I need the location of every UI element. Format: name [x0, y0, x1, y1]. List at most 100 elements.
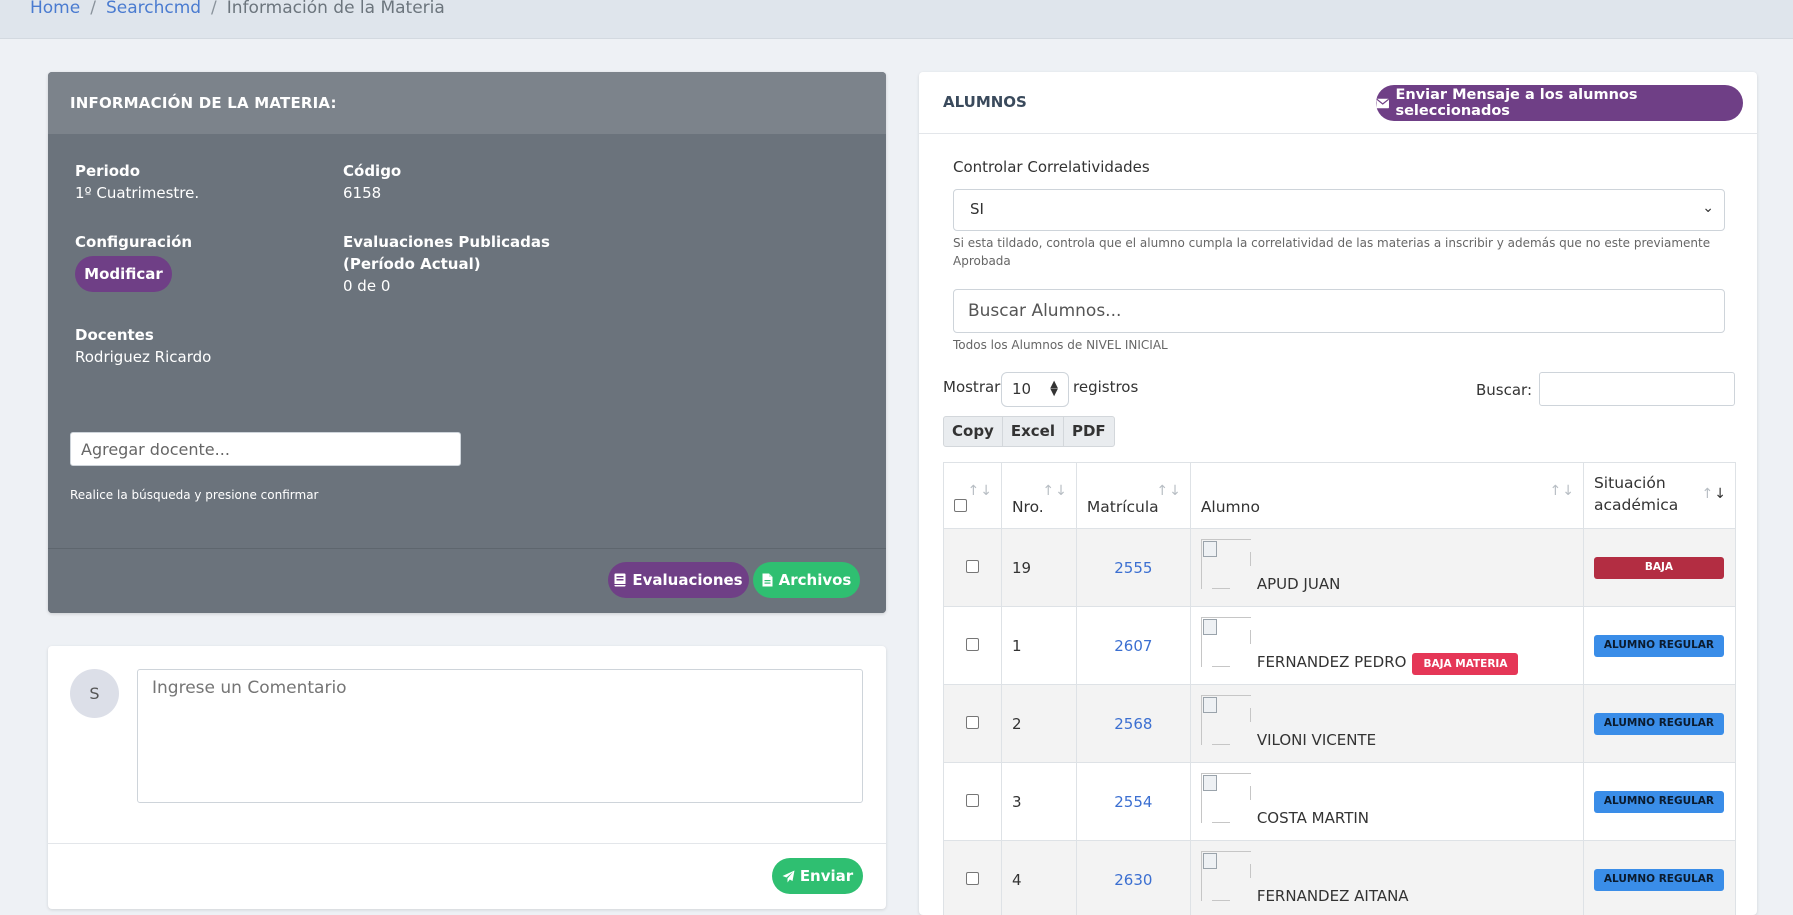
envelope-icon	[1376, 98, 1390, 108]
evaluaciones-publicadas-label: Evaluaciones Publicadas	[343, 233, 550, 251]
alumno-cell: COSTA MARTIN	[1189, 762, 1584, 841]
alumno-cell: APUD JUAN	[1189, 528, 1584, 607]
select-all-header: ↑↓	[943, 462, 1002, 529]
table-row: 19 2555 APUD JUAN BAJA	[943, 528, 1737, 607]
row-checkbox[interactable]	[966, 871, 979, 885]
select-all-checkbox[interactable]	[954, 499, 967, 512]
alumno-name-wrap: APUD JUAN	[1257, 575, 1341, 593]
breadcrumb-searchcmd-link[interactable]: Searchcmd	[106, 0, 201, 18]
periodo-actual-label: (Período Actual)	[343, 255, 481, 273]
table-row: 3 2554 COSTA MARTIN ALUMNO REGULAR	[943, 762, 1737, 841]
nro-header-label: Nro.	[1011, 498, 1044, 516]
situacion-header[interactable]: Situación académica ↑↓	[1582, 462, 1737, 529]
situacion-cell: ALUMNO REGULAR	[1582, 840, 1737, 915]
alumno-cell: FERNANDEZ AITANA	[1189, 840, 1584, 915]
status-badge: ALUMNO REGULAR	[1593, 791, 1724, 813]
archivos-button[interactable]: Archivos	[753, 562, 860, 598]
alumnos-table: ↑↓ Nro. ↑↓ Matrícula ↑↓ Alumno ↑↓ Situac…	[943, 462, 1737, 915]
alumno-name-wrap: VILONI VICENTE	[1257, 731, 1376, 749]
comment-textarea[interactable]	[137, 669, 863, 803]
matricula-link[interactable]: 2630	[1075, 840, 1191, 915]
materia-info-card: INFORMACIÓN DE LA MATERIA: Periodo 1º Cu…	[48, 72, 886, 613]
row-select-cell	[943, 840, 1002, 915]
send-icon	[782, 870, 795, 882]
add-docente-input[interactable]	[70, 432, 461, 466]
codigo-label: Código	[343, 162, 402, 180]
situacion-cell: ALUMNO REGULAR	[1582, 762, 1737, 841]
matricula-link[interactable]: 2554	[1075, 762, 1191, 841]
alumno-name: FERNANDEZ PEDRO	[1256, 653, 1407, 671]
matricula-header-label: Matrícula	[1086, 498, 1159, 516]
nro-cell: 3	[1000, 762, 1077, 841]
breadcrumb-home-link[interactable]: Home	[30, 0, 80, 18]
nro-cell: 4	[1000, 840, 1077, 915]
row-checkbox[interactable]	[966, 637, 979, 651]
add-docente-hint: Realice la búsqueda y presione confirmar	[70, 488, 319, 502]
comment-card: S Enviar	[48, 646, 886, 909]
situacion-header-label: Situación	[1593, 474, 1666, 492]
matricula-header[interactable]: Matrícula ↑↓	[1075, 462, 1191, 529]
status-badge: ALUMNO REGULAR	[1593, 869, 1724, 891]
alumnos-table-body: 19 2555 APUD JUAN BAJA 1 2607 FERNANDEZ …	[943, 528, 1737, 915]
nro-cell: 19	[1000, 528, 1077, 607]
correlatividades-label: Controlar Correlatividades	[953, 158, 1150, 176]
excel-button[interactable]: Excel	[1001, 416, 1064, 447]
broken-image-icon	[1200, 539, 1251, 589]
row-checkbox[interactable]	[966, 715, 979, 729]
materia-info-header: INFORMACIÓN DE LA MATERIA:	[48, 72, 886, 134]
docentes-value: Rodriguez Ricardo	[75, 348, 212, 366]
pdf-button[interactable]: PDF	[1062, 416, 1115, 447]
evaluaciones-button[interactable]: Evaluaciones	[608, 562, 749, 598]
row-checkbox[interactable]	[966, 559, 979, 573]
sort-icon: ↑↓	[1549, 483, 1575, 499]
send-message-button[interactable]: Enviar Mensaje a los alumnos seleccionad…	[1376, 85, 1743, 121]
configuracion-label: Configuración	[75, 233, 193, 251]
registros-label: registros	[1073, 378, 1139, 396]
evaluaciones-publicadas-value: 0 de 0	[343, 277, 391, 295]
table-header-row: ↑↓ Nro. ↑↓ Matrícula ↑↓ Alumno ↑↓ Situac…	[943, 462, 1737, 529]
status-badge: BAJA	[1593, 557, 1724, 579]
buscar-label: Buscar:	[1476, 381, 1533, 399]
alumno-name: COSTA MARTIN	[1256, 809, 1369, 827]
modificar-button[interactable]: Modificar	[75, 256, 172, 292]
alumno-cell: VILONI VICENTE	[1189, 684, 1584, 763]
file-icon	[762, 573, 773, 587]
matricula-link[interactable]: 2607	[1075, 606, 1191, 685]
archivos-button-label: Archivos	[778, 571, 852, 589]
sort-icon: ↑↓	[1156, 483, 1182, 499]
table-filter-input[interactable]	[1539, 372, 1735, 406]
alumno-name-wrap: COSTA MARTIN	[1257, 809, 1369, 827]
book-icon	[614, 573, 626, 587]
row-select-cell	[943, 606, 1002, 685]
nro-header[interactable]: Nro. ↑↓	[1000, 462, 1077, 529]
periodo-value: 1º Cuatrimestre.	[75, 184, 200, 202]
materia-info-footer: Evaluaciones Archivos	[48, 548, 886, 613]
row-select-cell	[943, 684, 1002, 763]
correlatividades-note-cont: Aprobada	[953, 254, 1011, 268]
alumno-name-wrap: FERNANDEZ AITANA	[1257, 887, 1409, 905]
correlatividades-select[interactable]: SI ⌄	[953, 189, 1725, 231]
nro-cell: 1	[1000, 606, 1077, 685]
avatar: S	[70, 669, 119, 718]
sort-icon[interactable]: ↑↓	[967, 483, 992, 499]
row-checkbox[interactable]	[966, 793, 979, 807]
correlatividades-selected: SI	[970, 200, 984, 218]
matricula-link[interactable]: 2568	[1075, 684, 1191, 763]
matricula-link[interactable]: 2555	[1075, 528, 1191, 607]
enviar-button[interactable]: Enviar	[772, 858, 863, 894]
situacion-cell: BAJA	[1582, 528, 1737, 607]
periodo-label: Periodo	[75, 162, 141, 180]
copy-button[interactable]: Copy	[943, 416, 1003, 447]
sort-icon: ↑↓	[1042, 483, 1068, 499]
alumno-header[interactable]: Alumno ↑↓	[1189, 462, 1584, 529]
page-length-select[interactable]: 10 ▲ ▼	[1001, 372, 1069, 407]
search-alumnos-input[interactable]	[953, 289, 1725, 333]
breadcrumb-separator: /	[90, 0, 96, 18]
status-badge: ALUMNO REGULAR	[1593, 635, 1724, 657]
alumnos-title: ALUMNOS	[943, 93, 1027, 111]
table-row: 1 2607 FERNANDEZ PEDRO BAJA MATERIA ALUMN…	[943, 606, 1737, 685]
baja-materia-badge: BAJA MATERIA	[1412, 653, 1519, 675]
row-select-cell	[943, 762, 1002, 841]
situacion-header-label-cont: académica	[1593, 496, 1679, 514]
alumno-name: FERNANDEZ AITANA	[1256, 887, 1409, 905]
